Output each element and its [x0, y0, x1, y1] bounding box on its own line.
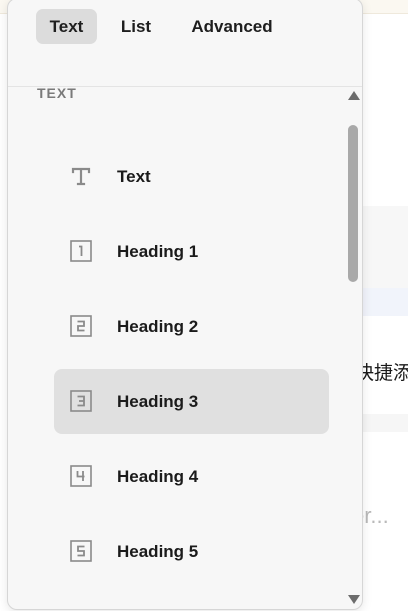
heading-5-icon	[70, 540, 92, 562]
tab-text[interactable]: Text	[36, 9, 97, 44]
section-label: TEXT	[37, 85, 77, 101]
block-option-label: Heading 3	[117, 391, 199, 411]
block-option-heading-3[interactable]: Heading 3	[54, 369, 329, 434]
scrollbar-thumb[interactable]	[348, 125, 358, 282]
block-type-popover: Text List Advanced TEXT Text Heading 1 H…	[7, 0, 363, 610]
block-option-label: Heading 1	[117, 241, 199, 261]
heading-4-icon	[70, 465, 92, 487]
block-option-heading-1[interactable]: Heading 1	[54, 219, 329, 284]
scroll-down-arrow-icon[interactable]	[348, 595, 360, 604]
heading-1-icon	[70, 240, 92, 262]
block-option-text[interactable]: Text	[54, 144, 329, 209]
block-option-label: Heading 2	[117, 316, 199, 336]
popover-scrollbar[interactable]	[344, 87, 362, 609]
block-option-heading-4[interactable]: Heading 4	[54, 444, 329, 509]
heading-3-icon	[70, 390, 92, 412]
text-type-icon	[70, 165, 92, 187]
block-option-label: Text	[117, 166, 151, 186]
popover-tab-bar: Text List Advanced	[8, 0, 362, 87]
block-option-label: Heading 5	[117, 541, 199, 561]
block-option-heading-2[interactable]: Heading 2	[54, 294, 329, 359]
block-option-heading-5[interactable]: Heading 5	[54, 519, 329, 584]
heading-2-icon	[70, 315, 92, 337]
block-option-label: Heading 4	[117, 466, 199, 486]
tab-list[interactable]: List	[110, 9, 162, 44]
scroll-up-arrow-icon[interactable]	[348, 91, 360, 100]
tab-advanced[interactable]: Advanced	[180, 9, 284, 44]
